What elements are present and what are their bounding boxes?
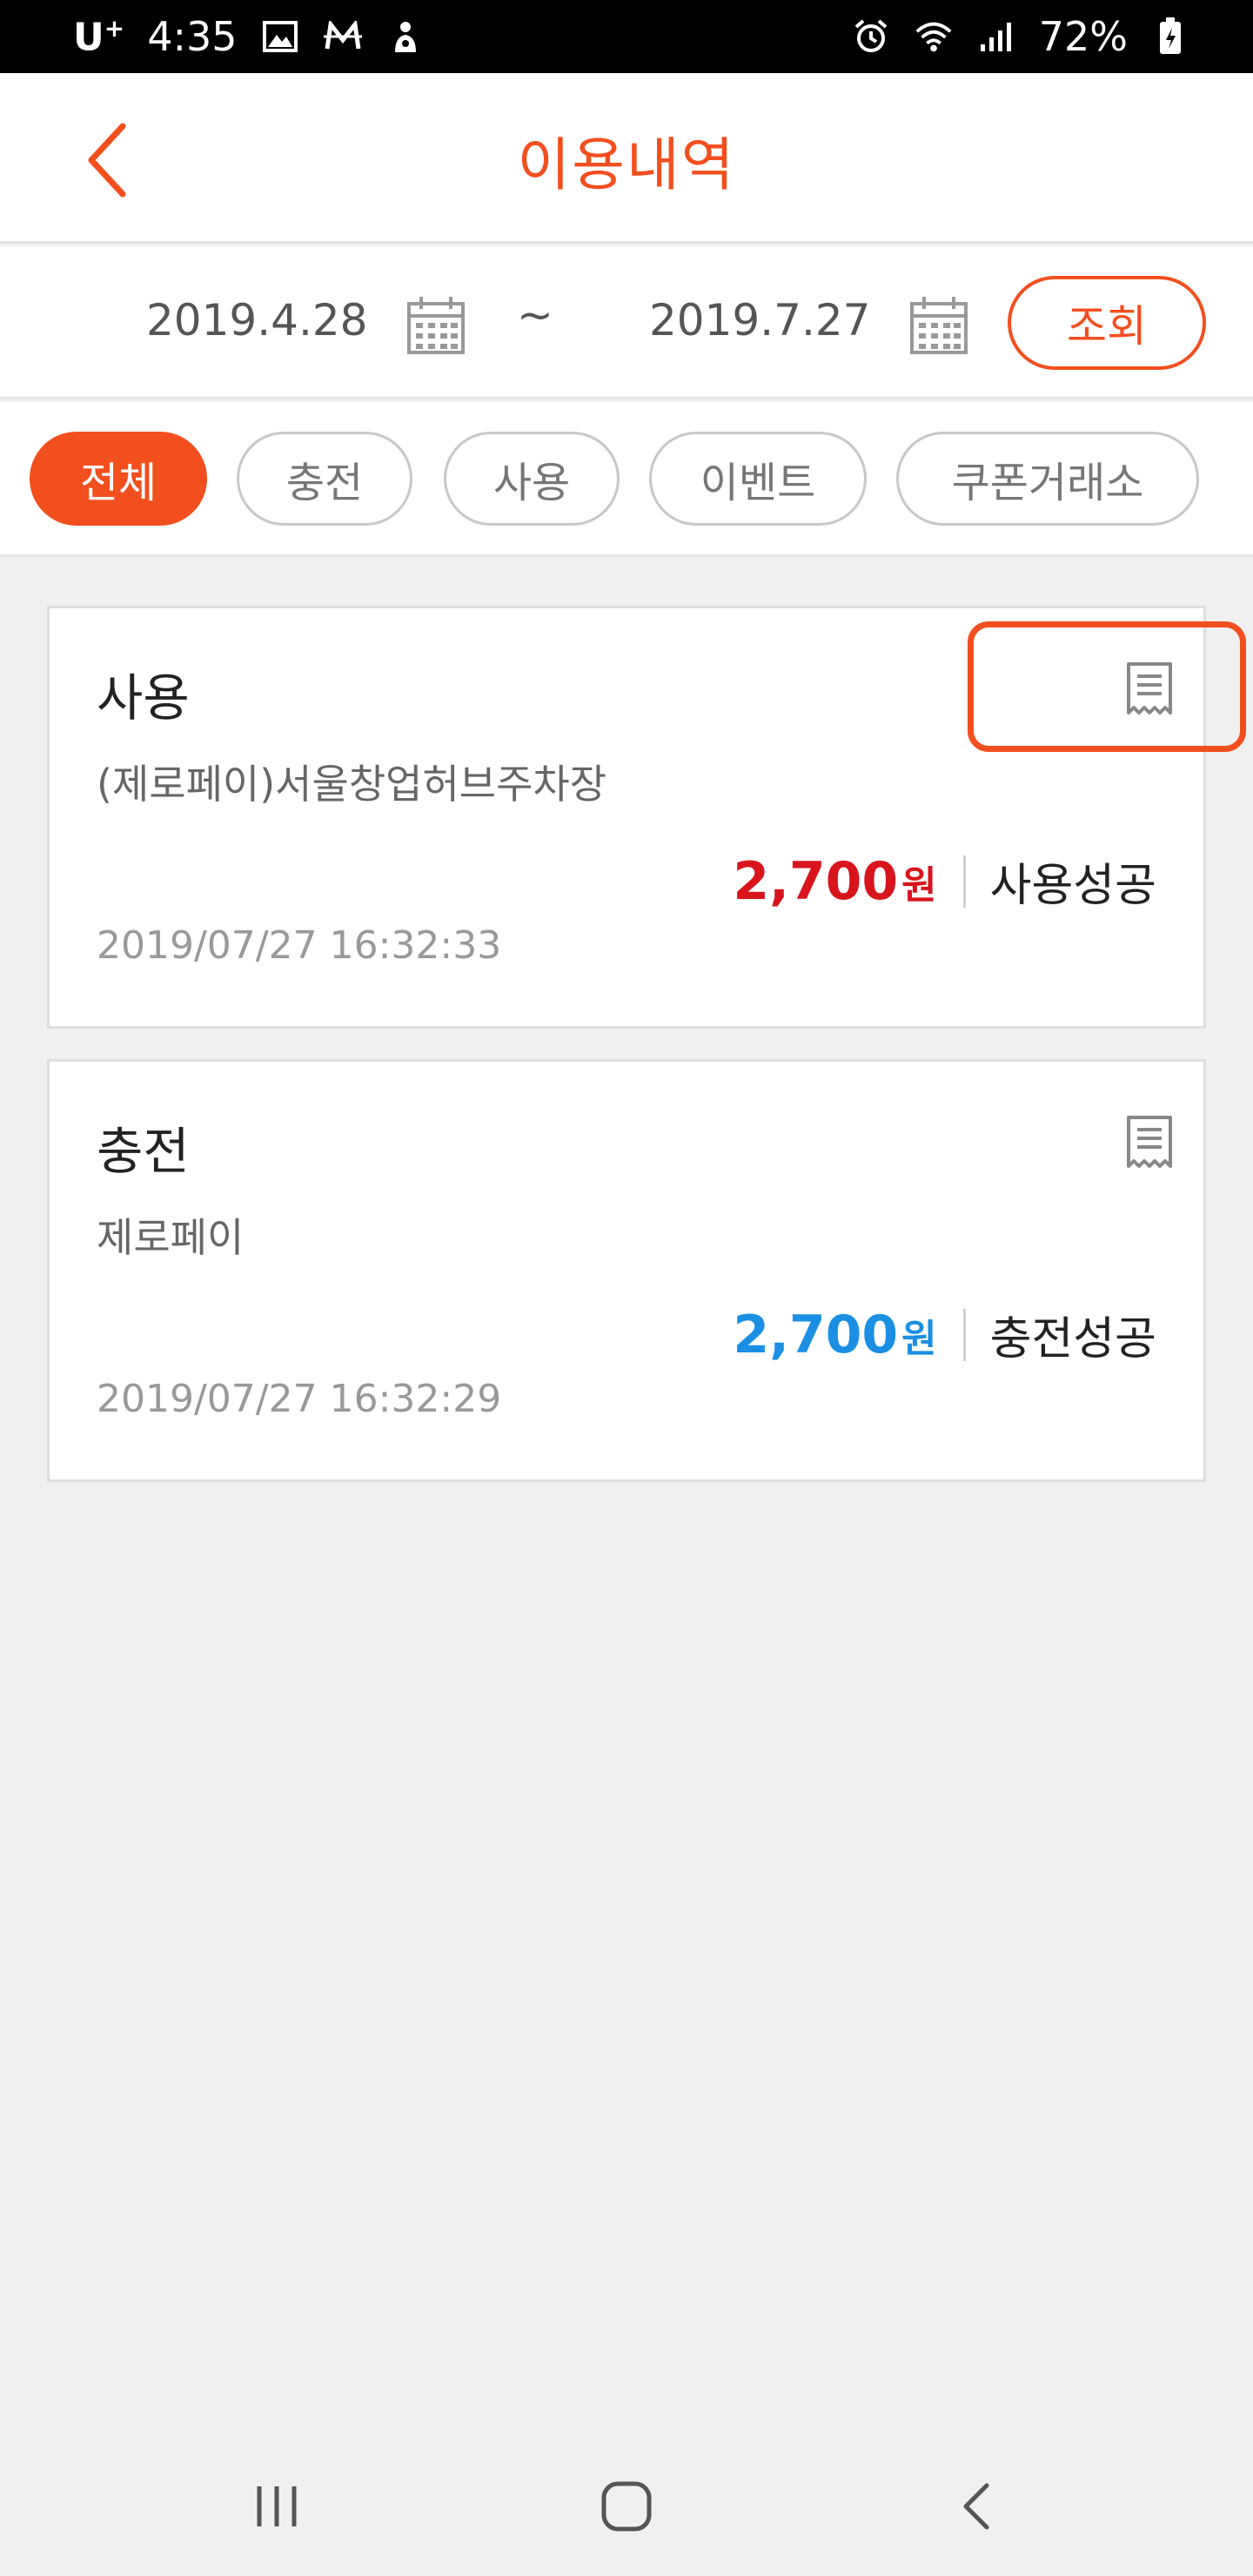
back-icon [963, 2483, 989, 2530]
transaction-datetime: 2019/07/27 16:32:29 [97, 1377, 502, 1421]
end-date[interactable]: 2019.7.27 [649, 295, 870, 345]
battery-icon [1150, 17, 1190, 57]
amount-value: 2,700 [733, 1304, 899, 1365]
merchant-name: (제로페이)서울창업허브주차장 [97, 761, 607, 808]
transaction-type: 사용 [97, 668, 190, 728]
carrier-label: U+ [73, 13, 125, 60]
calendar-icon[interactable] [908, 295, 969, 356]
filter-charge[interactable]: 충전 [237, 432, 412, 526]
divider [962, 1308, 966, 1361]
amount-value: 2,700 [733, 850, 899, 912]
filter-all[interactable]: 전체 [30, 432, 207, 526]
app-header: 이용내역 [0, 73, 1253, 244]
page-title: 이용내역 [517, 131, 736, 198]
highlight-annotation [968, 621, 1246, 752]
date-range-bar: 2019.4.28 ~ 2019.7.27 조회 [0, 246, 1253, 399]
date-separator: ~ [517, 290, 553, 340]
recent-apps-button[interactable] [242, 2472, 312, 2541]
battery-percent: 72% [1038, 13, 1128, 60]
alarm-icon [851, 17, 891, 57]
status-bar: U+ 4:35 72% [0, 0, 1253, 73]
transaction-status: 충전성공 [989, 1313, 1156, 1365]
transaction-type: 충전 [97, 1122, 190, 1181]
image-icon [260, 17, 300, 57]
wifi-icon [914, 17, 954, 57]
start-date[interactable]: 2019.4.28 [146, 295, 367, 345]
divider [962, 855, 966, 908]
navigation-bar [0, 2437, 1253, 2576]
signal-icon [976, 17, 1016, 57]
calendar-icon[interactable] [405, 295, 466, 356]
merchant-name: 제로페이 [97, 1214, 245, 1261]
filter-event[interactable]: 이벤트 [649, 432, 867, 526]
clock: 4:35 [147, 13, 238, 60]
back-nav-button[interactable] [941, 2472, 1011, 2541]
amount-unit: 원 [901, 862, 937, 908]
notification-icon [385, 17, 425, 57]
filter-coupon-exchange[interactable]: 쿠폰거래소 [896, 432, 1199, 526]
transaction-datetime: 2019/07/27 16:32:33 [97, 923, 502, 968]
screen: U+ 4:35 72% 이용내역 2019.4.28 ~ 2019.7.27 조… [0, 0, 1253, 2576]
recent-apps-icon [257, 2486, 297, 2526]
filter-use[interactable]: 사용 [444, 432, 620, 526]
transaction-card[interactable]: 충전 제로페이 2,700 원 충전성공 2019/07/27 16:32:29 [47, 1059, 1206, 1482]
home-button[interactable] [592, 2472, 661, 2541]
status-left: U+ 4:35 [73, 13, 425, 60]
amount-row: 2,700 원 사용성공 [733, 849, 1156, 914]
receipt-icon[interactable] [1125, 1114, 1174, 1171]
home-icon [601, 2481, 652, 2532]
amount-unit: 원 [901, 1316, 937, 1361]
amount-row: 2,700 원 충전성공 [733, 1302, 1156, 1367]
transaction-status: 사용성공 [989, 860, 1156, 912]
filter-tabs: 전체 충전 사용 이벤트 쿠폰거래소 [0, 402, 1253, 557]
status-right: 72% [851, 13, 1190, 60]
m-icon [323, 17, 363, 57]
query-button[interactable]: 조회 [1008, 276, 1206, 370]
